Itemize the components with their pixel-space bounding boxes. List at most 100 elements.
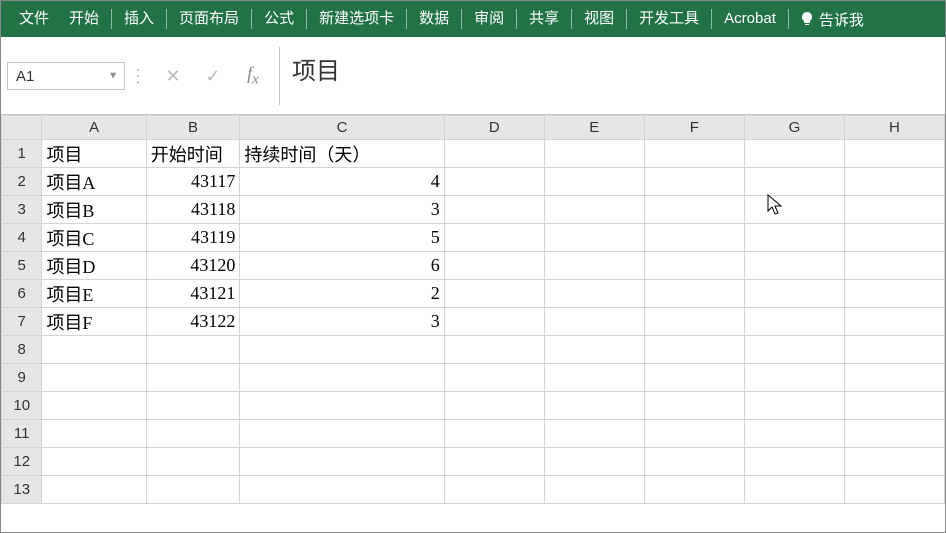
cell[interactable]	[444, 364, 544, 392]
ribbon-tab[interactable]: Acrobat	[714, 1, 786, 37]
fx-button[interactable]: fx	[233, 62, 273, 90]
name-box[interactable]: A1 ▼	[7, 62, 125, 90]
cell[interactable]	[444, 392, 544, 420]
cell[interactable]	[844, 364, 944, 392]
ribbon-tab[interactable]: 视图	[574, 1, 624, 37]
cell[interactable]	[844, 392, 944, 420]
row-header[interactable]: 11	[2, 420, 42, 448]
cell[interactable]	[146, 420, 240, 448]
column-header[interactable]: C	[240, 116, 444, 140]
cell[interactable]: 项目	[42, 140, 146, 168]
cell[interactable]	[444, 476, 544, 504]
cell[interactable]	[544, 140, 644, 168]
cell[interactable]	[744, 420, 844, 448]
cell[interactable]: 4	[240, 168, 444, 196]
cell[interactable]	[644, 140, 744, 168]
cell[interactable]	[544, 224, 644, 252]
cell[interactable]	[544, 420, 644, 448]
ribbon-tab[interactable]: 审阅	[464, 1, 514, 37]
cell[interactable]	[844, 280, 944, 308]
cell[interactable]: 项目E	[42, 280, 146, 308]
cell[interactable]	[146, 476, 240, 504]
cell[interactable]	[544, 392, 644, 420]
cell[interactable]	[42, 392, 146, 420]
cell[interactable]: 43117	[146, 168, 240, 196]
cell[interactable]	[240, 392, 444, 420]
formula-input[interactable]: 项目	[279, 47, 945, 105]
ribbon-tab[interactable]: 开发工具	[629, 1, 709, 37]
row-header[interactable]: 13	[2, 476, 42, 504]
row-header[interactable]: 12	[2, 448, 42, 476]
cell[interactable]	[240, 476, 444, 504]
column-header[interactable]: D	[444, 116, 544, 140]
row-header[interactable]: 1	[2, 140, 42, 168]
ribbon-tab[interactable]: 插入	[114, 1, 164, 37]
cell[interactable]	[844, 336, 944, 364]
cell[interactable]	[544, 280, 644, 308]
ribbon-tab[interactable]: 共享	[519, 1, 569, 37]
cell[interactable]	[544, 476, 644, 504]
column-header[interactable]: H	[844, 116, 944, 140]
cell[interactable]	[644, 308, 744, 336]
cell[interactable]	[444, 224, 544, 252]
cell[interactable]: 开始时间	[146, 140, 240, 168]
cell[interactable]	[644, 392, 744, 420]
cell[interactable]	[42, 448, 146, 476]
cell[interactable]	[444, 252, 544, 280]
cell[interactable]	[240, 364, 444, 392]
cell[interactable]	[146, 448, 240, 476]
cell[interactable]: 43119	[146, 224, 240, 252]
cell[interactable]	[844, 252, 944, 280]
cell[interactable]	[644, 224, 744, 252]
column-header[interactable]: G	[744, 116, 844, 140]
cell[interactable]: 5	[240, 224, 444, 252]
cell[interactable]	[544, 308, 644, 336]
cell[interactable]	[42, 476, 146, 504]
cell[interactable]	[744, 168, 844, 196]
row-header[interactable]: 3	[2, 196, 42, 224]
ribbon-tab[interactable]: 数据	[409, 1, 459, 37]
cell[interactable]	[744, 224, 844, 252]
cell[interactable]	[240, 448, 444, 476]
cell[interactable]: 持续时间（天）	[240, 140, 444, 168]
cell[interactable]	[444, 336, 544, 364]
cell[interactable]	[444, 308, 544, 336]
cell[interactable]	[544, 196, 644, 224]
cancel-button[interactable]: ✕	[153, 62, 193, 90]
ribbon-tab[interactable]: 页面布局	[169, 1, 249, 37]
cell[interactable]	[544, 252, 644, 280]
row-header[interactable]: 7	[2, 308, 42, 336]
ribbon-tab[interactable]: 新建选项卡	[309, 1, 404, 37]
cell[interactable]: 项目B	[42, 196, 146, 224]
cell[interactable]: 6	[240, 252, 444, 280]
cell[interactable]: 3	[240, 196, 444, 224]
cell[interactable]: 项目C	[42, 224, 146, 252]
cell[interactable]	[644, 252, 744, 280]
row-header[interactable]: 2	[2, 168, 42, 196]
cell[interactable]	[644, 476, 744, 504]
cell[interactable]	[744, 364, 844, 392]
cell[interactable]	[844, 476, 944, 504]
cell[interactable]	[744, 252, 844, 280]
spreadsheet-grid[interactable]: ABCDEFGH 1项目开始时间持续时间（天）2项目A4311743项目B431…	[1, 115, 945, 504]
cell[interactable]	[544, 168, 644, 196]
cell[interactable]	[544, 448, 644, 476]
cell[interactable]	[444, 280, 544, 308]
cell[interactable]	[744, 196, 844, 224]
cell[interactable]	[644, 168, 744, 196]
cell[interactable]	[844, 140, 944, 168]
column-header[interactable]: A	[42, 116, 146, 140]
cell[interactable]	[444, 448, 544, 476]
chevron-down-icon[interactable]: ▼	[108, 71, 118, 82]
cell[interactable]: 43120	[146, 252, 240, 280]
cell[interactable]	[744, 336, 844, 364]
cell[interactable]	[744, 280, 844, 308]
cell[interactable]	[844, 196, 944, 224]
cell[interactable]	[844, 308, 944, 336]
cell[interactable]: 43118	[146, 196, 240, 224]
cell[interactable]	[444, 196, 544, 224]
cell[interactable]: 项目F	[42, 308, 146, 336]
cell[interactable]: 项目A	[42, 168, 146, 196]
cell[interactable]	[744, 392, 844, 420]
cell[interactable]: 43121	[146, 280, 240, 308]
